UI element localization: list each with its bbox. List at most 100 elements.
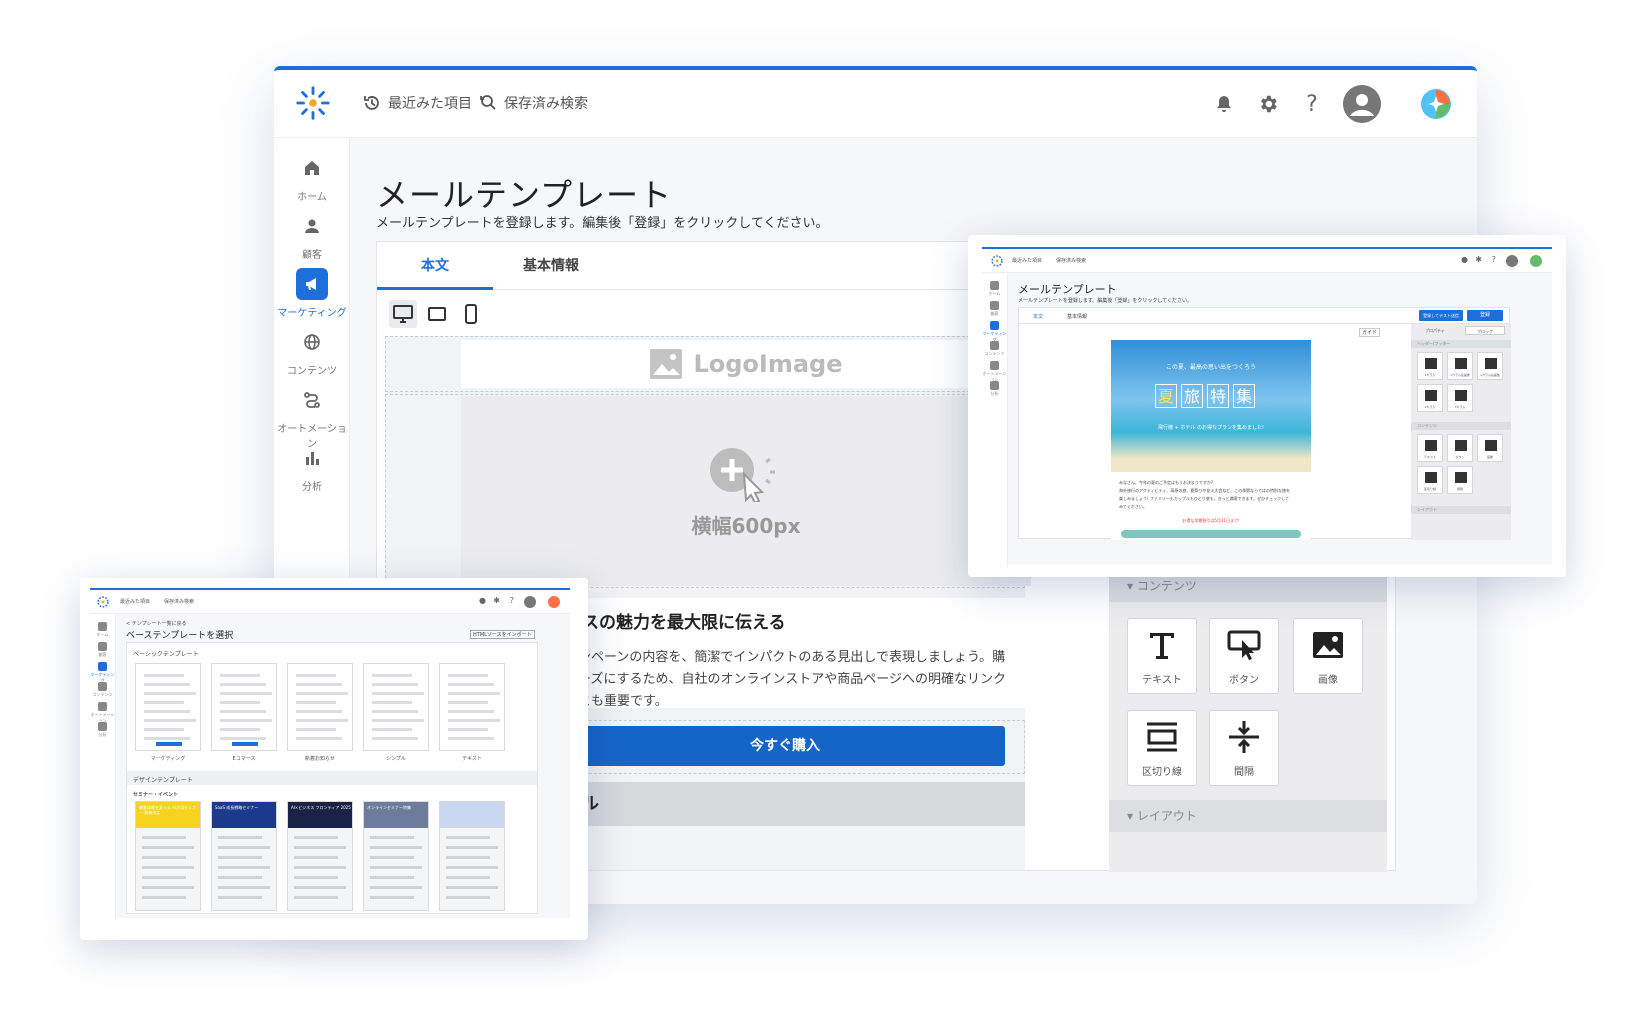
mini-block-tile[interactable]: 区切り線 (1417, 466, 1443, 494)
bell-icon[interactable]: ● (1461, 255, 1468, 264)
gear-icon[interactable] (1255, 91, 1281, 117)
sidebar-item-customers[interactable]: 顧客 (982, 301, 1007, 317)
section-contents[interactable]: コンテンツ (1411, 422, 1511, 430)
avatar[interactable] (524, 596, 536, 608)
sidebar-item-analytics[interactable]: 分析 (274, 442, 350, 493)
mini-text-block[interactable]: みなさん、今年の夏のご予定はもうお決まりですか? 海外旅行のアクティビティ、高原… (1111, 476, 1311, 540)
section-layout[interactable]: ▾ レイアウト (1109, 800, 1387, 832)
sidebar-item-customers[interactable]: 顧客 (274, 210, 350, 261)
sidebar-item-analytics[interactable]: 分析 (90, 722, 115, 738)
mini-block-tile[interactable]: 1カラム (1417, 352, 1443, 380)
back-link[interactable]: < テンプレート一覧に戻る (126, 620, 187, 627)
tab-basic-info[interactable]: 基本情報 (1067, 313, 1087, 320)
sidebar-item-home[interactable]: ホーム (982, 281, 1007, 297)
sidebar-item-marketing[interactable]: マーケティング (982, 321, 1007, 343)
tab-basic-info[interactable]: 基本情報 (493, 242, 609, 290)
bell-icon[interactable] (1211, 91, 1237, 117)
sidebar-item-automation[interactable]: オートメーション (274, 384, 350, 450)
design-template-thumb[interactable] (439, 801, 505, 911)
gear-icon[interactable]: ✱ (493, 596, 500, 605)
design-thumb-header (440, 802, 504, 828)
basic-template-thumb[interactable] (287, 663, 353, 751)
thumb-line (144, 719, 196, 722)
section-header-footer[interactable]: ヘッダー/フッター (1411, 340, 1511, 348)
help-icon[interactable]: ? (1299, 91, 1325, 117)
thumb-line (370, 896, 414, 899)
sidebar-item-customers[interactable]: 顧客 (90, 642, 115, 658)
guide-toggle[interactable]: ガイド (1359, 328, 1381, 337)
test-send-button[interactable]: 登録してテスト送信 (1419, 310, 1463, 321)
saved-search-link[interactable]: 保存済み検索 (1056, 257, 1086, 264)
basic-template-thumb[interactable] (439, 663, 505, 751)
register-button[interactable]: 登録 (1467, 310, 1503, 321)
tab-body[interactable]: 本文 (1033, 313, 1043, 320)
design-template-thumb[interactable]: AI×ビジネス フロンティア 2025 (287, 801, 353, 911)
sidebar-item-contents[interactable]: コンテンツ (982, 341, 1007, 357)
sidebar-item-analytics[interactable]: 分析 (982, 381, 1007, 397)
block-text[interactable]: テキスト (1127, 618, 1197, 694)
design-template-thumb[interactable]: 顧客体験を変える AI活用セミナー 開催決定 (135, 801, 201, 911)
help-icon[interactable]: ? (510, 596, 514, 605)
mini-block-tile[interactable]: テキスト (1417, 434, 1443, 462)
app-logo-icon[interactable] (294, 84, 332, 122)
block-image[interactable]: 画像 (1293, 618, 1363, 694)
thumb-line (220, 710, 266, 713)
design-template-thumb[interactable]: オンラインセミナー特集 (363, 801, 429, 911)
recent-items-link[interactable]: 最近みた項目 (362, 93, 472, 113)
avatar[interactable] (1343, 85, 1381, 123)
mini-block-tile[interactable]: 2カラム (1417, 384, 1443, 412)
sidebar-item-contents[interactable]: コンテンツ (274, 326, 350, 377)
desktop-icon[interactable] (389, 300, 417, 328)
thumb-line (142, 836, 186, 839)
mini-cta-button[interactable] (1121, 530, 1301, 538)
mini-block-tile[interactable]: 1カラム左画像 (1447, 352, 1473, 380)
tablet-icon[interactable] (423, 300, 451, 328)
mini-block-tile[interactable]: 画像 (1477, 434, 1503, 462)
properties-tab[interactable]: プロパティ (1425, 328, 1445, 334)
section-layout[interactable]: レイアウト (1411, 506, 1511, 514)
block-divider[interactable]: 区切り線 (1127, 710, 1197, 786)
import-html-button[interactable]: HTMLソースをインポート (470, 630, 535, 639)
design-template-thumb[interactable]: SaaS 成長戦略セミナー (211, 801, 277, 911)
ai-assistant-icon[interactable] (1419, 87, 1453, 121)
sidebar-item-marketing[interactable]: マーケティング (274, 268, 350, 319)
blocks-tab[interactable]: ブロック (1465, 326, 1505, 335)
recent-items-label: 最近みた項目 (388, 96, 472, 112)
sidebar-item-contents[interactable]: コンテンツ (90, 682, 115, 698)
summer-banner[interactable]: この夏、最高の思い出をつくろう 夏 旅 特 集 飛行機 + ホテル のお得なプラ… (1111, 340, 1311, 472)
mini-block-tile[interactable]: 3カラム (1447, 384, 1473, 412)
thumb-line (294, 886, 346, 889)
saved-search-link[interactable]: 保存済み検索 (478, 93, 588, 113)
avatar[interactable] (1506, 255, 1518, 267)
saved-search-link[interactable]: 保存済み検索 (164, 598, 194, 605)
block-label: 画像 (1318, 674, 1338, 686)
buy-now-button[interactable]: 今すぐ購入 (565, 726, 1005, 766)
block-button[interactable]: ボタン (1209, 618, 1279, 694)
sidebar-item-marketing[interactable]: マーケティング (90, 662, 115, 684)
basic-template-thumb[interactable] (363, 663, 429, 751)
bell-icon[interactable]: ● (479, 596, 486, 605)
hero-image-block[interactable]: 横幅600px (461, 396, 1031, 586)
sidebar-item-automation[interactable]: オートメーション (982, 361, 1007, 383)
text-block[interactable]: ビスの魅力を最大限に伝える ャンペーンの内容を、簡潔でインパクトのある見出しで表… (565, 598, 1025, 709)
basic-template-thumb[interactable] (211, 663, 277, 751)
ai-assistant-icon[interactable] (1530, 255, 1542, 267)
mini-block-tile[interactable]: ボタン (1447, 434, 1473, 462)
help-icon[interactable]: ? (1492, 255, 1496, 264)
mini-block-tile[interactable]: 間隔 (1447, 466, 1473, 494)
mini-tabs: 本文 基本情報 登録してテスト送信 登録 (1019, 308, 1509, 324)
mini-block-tile[interactable]: 1カラム右画像 (1477, 352, 1503, 380)
footer-block[interactable]: ール (565, 782, 1025, 826)
tab-body[interactable]: 本文 (377, 242, 493, 290)
basic-template-thumb[interactable] (135, 663, 201, 751)
sidebar-item-automation[interactable]: オートメーション (90, 702, 115, 724)
recent-items-link[interactable]: 最近みた項目 (1012, 257, 1042, 264)
gear-icon[interactable]: ✱ (1475, 255, 1482, 264)
sidebar-item-home[interactable]: ホーム (274, 152, 350, 203)
recent-items-link[interactable]: 最近みた項目 (120, 598, 150, 605)
ai-assistant-icon[interactable] (548, 596, 560, 608)
block-spacer[interactable]: 間隔 (1209, 710, 1279, 786)
logo-block[interactable]: LogoImage (461, 340, 1031, 388)
mobile-icon[interactable] (457, 300, 485, 328)
sidebar-item-home[interactable]: ホーム (90, 622, 115, 638)
